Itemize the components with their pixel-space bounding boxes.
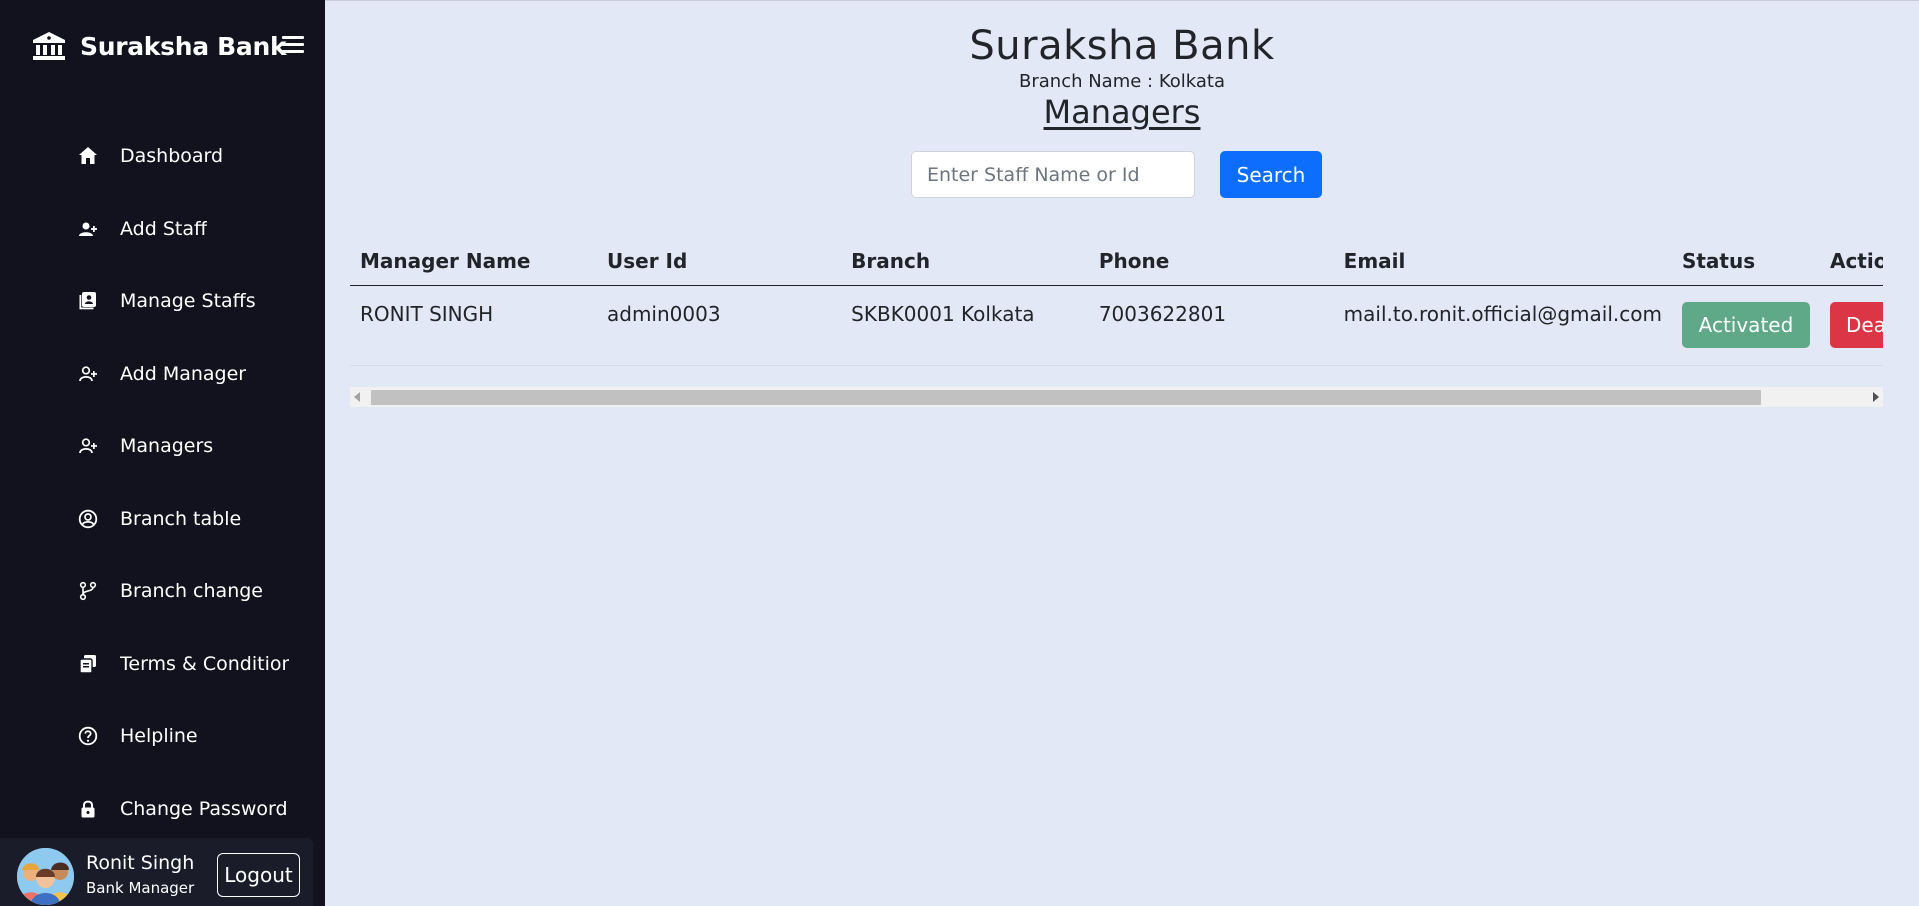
managers-table: Manager Name User Id Branch Phone Email … (350, 238, 1883, 366)
cell-branch: SKBK0001 Kolkata (841, 285, 1089, 366)
lock-icon (78, 799, 98, 819)
scroll-left-arrow-icon[interactable] (354, 392, 360, 402)
sidebar-item-label: Branch change (120, 580, 263, 603)
cell-action: Deactivate (1819, 285, 1883, 366)
cell-phone: 7003622801 (1088, 285, 1334, 366)
brand-name: Suraksha Bank (80, 31, 287, 61)
column-header-email: Email (1333, 238, 1672, 286)
sidebar-item-add-staff[interactable]: Add Staff (0, 193, 325, 266)
cell-manager-name: RONIT SINGH (350, 285, 597, 366)
sidebar-item-branch-table[interactable]: Branch table (0, 483, 325, 556)
avatar (17, 848, 74, 905)
sidebar-item-change-password[interactable]: Change Password (0, 773, 325, 846)
column-header-status: Status (1671, 238, 1820, 286)
sidebar: Suraksha Bank Dashboard Add Staff Manage… (0, 0, 325, 906)
user-plus-icon (78, 436, 98, 456)
home-icon (78, 146, 98, 166)
column-header-manager-name: Manager Name (350, 238, 597, 286)
search-input[interactable] (911, 151, 1195, 198)
profile-name: Ronit Singh (86, 852, 195, 874)
user-circle-icon (78, 509, 98, 529)
horizontal-scrollbar[interactable] (350, 387, 1883, 407)
user-plus-icon (78, 364, 98, 384)
profile-role: Bank Manager (86, 879, 195, 897)
sidebar-item-terms[interactable]: Terms & Conditions (0, 628, 325, 701)
page-heading: Managers (1043, 93, 1201, 131)
table-row: RONIT SINGH admin0003 SKBK0001 Kolkata 7… (350, 285, 1883, 366)
sidebar-item-dashboard[interactable]: Dashboard (0, 120, 325, 193)
git-branch-icon (78, 581, 98, 601)
sidebar-item-label: Terms & Conditions (120, 652, 289, 675)
sidebar-item-label: Add Staff (120, 217, 208, 240)
cell-email: mail.to.ronit.official@gmail.com (1333, 285, 1672, 366)
column-header-phone: Phone (1088, 238, 1334, 286)
sidebar-nav: Dashboard Add Staff Manage Staffs Add Ma… (0, 120, 325, 845)
cell-user-id: admin0003 (597, 285, 842, 366)
sidebar-item-label: Change Password (120, 797, 288, 820)
sidebar-item-label: Dashboard (120, 145, 224, 168)
sidebar-item-label: Branch table (120, 507, 242, 530)
sidebar-item-branch-change[interactable]: Branch change (0, 555, 325, 628)
deactivate-button[interactable]: Deactivate (1829, 302, 1883, 348)
sidebar-item-add-manager[interactable]: Add Manager (0, 338, 325, 411)
status-badge[interactable]: Activated (1681, 302, 1810, 348)
table-header-row: Manager Name User Id Branch Phone Email … (350, 238, 1883, 286)
managers-table-container: Manager Name User Id Branch Phone Email … (350, 238, 1883, 366)
cell-status: Activated (1671, 285, 1820, 366)
user-plus-icon (78, 219, 98, 239)
sidebar-item-helpline[interactable]: Helpline (0, 700, 325, 773)
sidebar-item-managers[interactable]: Managers (0, 410, 325, 483)
id-card-icon (78, 291, 98, 311)
page-title: Suraksha Bank (969, 23, 1275, 69)
question-circle-icon (78, 726, 98, 746)
sidebar-item-manage-staffs[interactable]: Manage Staffs (0, 265, 325, 338)
logout-button[interactable]: Logout (217, 853, 300, 897)
column-header-user-id: User Id (597, 238, 842, 286)
branch-name: Branch Name : Kolkata (1019, 71, 1225, 92)
scrollbar-thumb[interactable] (371, 390, 1761, 405)
documents-icon (78, 654, 98, 674)
profile-panel: Ronit Singh Bank Manager Logout (0, 838, 313, 906)
sidebar-item-label: Helpline (120, 725, 198, 748)
brand[interactable]: Suraksha Bank (32, 28, 287, 64)
sidebar-item-label: Managers (120, 435, 214, 458)
scroll-right-arrow-icon[interactable] (1873, 392, 1879, 402)
sidebar-item-label: Add Manager (120, 362, 247, 385)
column-header-action: Action (1819, 238, 1883, 286)
bank-icon (33, 32, 65, 60)
main-content: Suraksha Bank Branch Name : Kolkata Mana… (325, 0, 1919, 906)
search-button[interactable]: Search (1220, 151, 1322, 198)
hamburger-menu-icon[interactable] (282, 36, 304, 56)
column-header-branch: Branch (841, 238, 1089, 286)
sidebar-item-label: Manage Staffs (120, 290, 256, 313)
